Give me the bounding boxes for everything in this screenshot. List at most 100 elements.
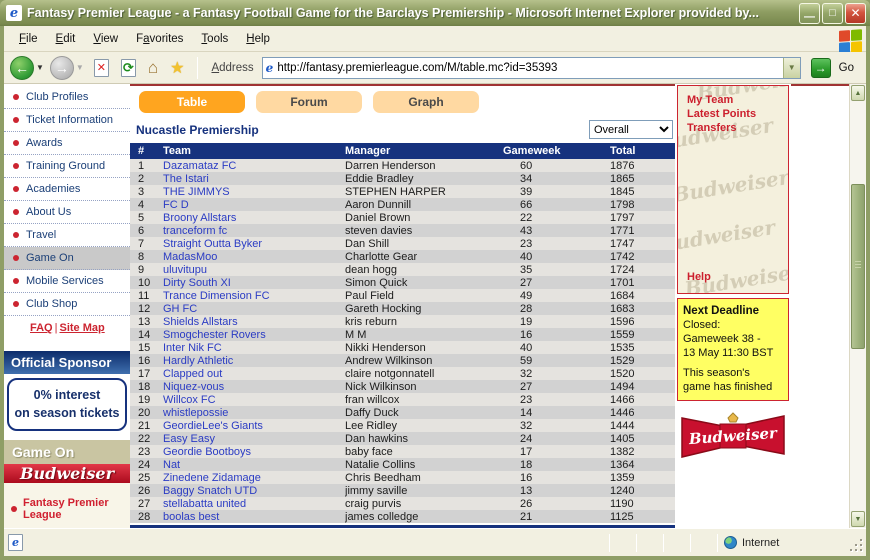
team-link[interactable]: GH FC <box>163 303 197 315</box>
team-link[interactable]: Niquez-vous <box>163 381 224 393</box>
team-link[interactable]: boolas best <box>163 511 219 523</box>
game-link[interactable]: Transfers <box>687 121 788 135</box>
team-link[interactable]: Nat <box>163 459 180 471</box>
go-label[interactable]: Go <box>839 62 854 74</box>
vertical-scrollbar[interactable]: ▲ ▼ <box>849 84 866 528</box>
menu-item[interactable]: Favorites <box>127 28 192 50</box>
sidebar-item[interactable]: Academies <box>4 178 130 201</box>
team-link[interactable]: Willcox FC <box>163 394 216 406</box>
tab[interactable]: Graph <box>373 91 479 113</box>
team-link[interactable]: Easy Easy <box>163 433 215 445</box>
gameweek-cell: 49 <box>503 289 610 302</box>
budweiser-banner[interactable]: Budweiser <box>4 464 130 483</box>
sidebar-item[interactable]: Club Shop <box>4 293 130 316</box>
faq-link[interactable]: FAQ <box>30 322 53 334</box>
manager-cell: Lee Ridley <box>345 419 503 432</box>
manager-cell: Dan hawkins <box>345 432 503 445</box>
bullet-icon <box>13 94 19 100</box>
forward-button[interactable]: → <box>50 56 74 80</box>
total-cell: 1494 <box>610 380 675 393</box>
gameweek-cell: 39 <box>503 185 610 198</box>
help-link[interactable]: Help <box>687 270 711 284</box>
sidebar-item[interactable]: Travel <box>4 224 130 247</box>
scroll-thumb[interactable] <box>851 184 865 349</box>
sidebar-item[interactable]: Game On <box>4 247 130 270</box>
refresh-button[interactable]: ⟳ <box>121 59 136 77</box>
sidebar-item[interactable]: Club Profiles <box>4 86 130 109</box>
gameweek-cell: 32 <box>503 419 610 432</box>
close-button[interactable]: ✕ <box>845 3 866 24</box>
team-link[interactable]: Dazamataz FC <box>163 160 236 172</box>
menu-item[interactable]: File <box>10 28 47 50</box>
gameweek-cell: 19 <box>503 315 610 328</box>
scroll-down-button[interactable]: ▼ <box>851 511 865 527</box>
address-input[interactable] <box>277 59 782 77</box>
menu-item[interactable]: Tools <box>192 28 237 50</box>
team-link[interactable]: THE JIMMYS <box>163 186 230 198</box>
team-link[interactable]: Geordie Bootboys <box>163 446 251 458</box>
total-cell: 1529 <box>610 354 675 367</box>
team-link[interactable]: whistlepossie <box>163 407 228 419</box>
team-link[interactable]: Clapped out <box>163 368 222 380</box>
back-dropdown-icon[interactable]: ▼ <box>36 63 44 72</box>
team-link[interactable]: Trance Dimension FC <box>163 290 270 302</box>
team-link[interactable]: Smogchester Rovers <box>163 329 266 341</box>
team-link[interactable]: Straight Outta Byker <box>163 238 262 250</box>
gameweek-cell: 14 <box>503 406 610 419</box>
favorites-button[interactable]: ★ <box>170 58 184 78</box>
sidebar-item[interactable]: Mobile Services <box>4 270 130 293</box>
team-link[interactable]: FC D <box>163 199 189 211</box>
team-link[interactable]: The Istari <box>163 173 209 185</box>
manager-cell: james colledge <box>345 510 503 523</box>
game-link[interactable]: My Team <box>687 93 788 107</box>
home-button[interactable]: ⌂ <box>148 58 158 78</box>
sidebar-bottom-link[interactable]: Fantasy Premier League <box>4 489 130 528</box>
team-link[interactable]: uluvitupu <box>163 264 207 276</box>
menu-item[interactable]: View <box>84 28 127 50</box>
team-link[interactable]: tranceform fc <box>163 225 227 237</box>
rank-cell: 23 <box>130 445 160 458</box>
team-link[interactable]: Inter Nik FC <box>163 342 222 354</box>
team-link[interactable]: GeordieLee's Giants <box>163 420 263 432</box>
back-button[interactable]: ← <box>10 56 34 80</box>
team-link[interactable]: Zinedene Zidamage <box>163 472 261 484</box>
menu-item[interactable]: Edit <box>47 28 85 50</box>
gameweek-cell: 23 <box>503 237 610 250</box>
manager-cell: steven davies <box>345 224 503 237</box>
resize-grip[interactable] <box>850 539 864 553</box>
minimize-button[interactable]: — <box>799 3 820 24</box>
team-link[interactable]: Hardly Athletic <box>163 355 233 367</box>
sidebar-item[interactable]: Ticket Information <box>4 109 130 132</box>
team-link[interactable]: Broony Allstars <box>163 212 236 224</box>
filter-select[interactable]: Overall <box>589 120 673 139</box>
league-title: Nucastle Premiership <box>136 123 259 137</box>
team-link[interactable]: Dirty South XI <box>163 277 231 289</box>
rank-cell: 22 <box>130 432 160 445</box>
game-link[interactable]: Latest Points <box>687 107 788 121</box>
scroll-up-button[interactable]: ▲ <box>851 85 865 101</box>
budweiser-logo[interactable]: Budweiser <box>680 410 786 462</box>
manager-cell: M M <box>345 328 503 341</box>
team-link[interactable]: stellabatta united <box>163 498 246 510</box>
tab[interactable]: Table <box>139 91 245 113</box>
sidebar-item[interactable]: Awards <box>4 132 130 155</box>
rank-cell: 8 <box>130 250 160 263</box>
menu-item[interactable]: Help <box>237 28 279 50</box>
windows-logo-icon <box>839 29 863 55</box>
gameweek-cell: 66 <box>503 198 610 211</box>
go-button[interactable]: → <box>811 58 831 78</box>
sidebar-item[interactable]: About Us <box>4 201 130 224</box>
team-link[interactable]: MadasMoo <box>163 251 217 263</box>
forward-dropdown-icon[interactable]: ▼ <box>76 63 84 72</box>
sitemap-link[interactable]: Site Map <box>59 322 104 334</box>
team-link[interactable]: Baggy Snatch UTD <box>163 485 257 497</box>
sidebar-item[interactable]: Training Ground <box>4 155 130 178</box>
deadline-panel: Next Deadline Closed: Gameweek 38 - 13 M… <box>677 298 789 401</box>
stop-button[interactable]: ✕ <box>94 59 109 77</box>
sponsor-offer-box[interactable]: 0% interest on season tickets <box>7 378 127 431</box>
tab[interactable]: Forum <box>256 91 362 113</box>
team-link[interactable]: Shields Allstars <box>163 316 238 328</box>
maximize-button[interactable]: □ <box>822 3 843 24</box>
address-dropdown-button[interactable]: ▼ <box>783 58 800 78</box>
table-row: 19 Willcox FC fran willcox 23 1466 <box>130 393 675 406</box>
